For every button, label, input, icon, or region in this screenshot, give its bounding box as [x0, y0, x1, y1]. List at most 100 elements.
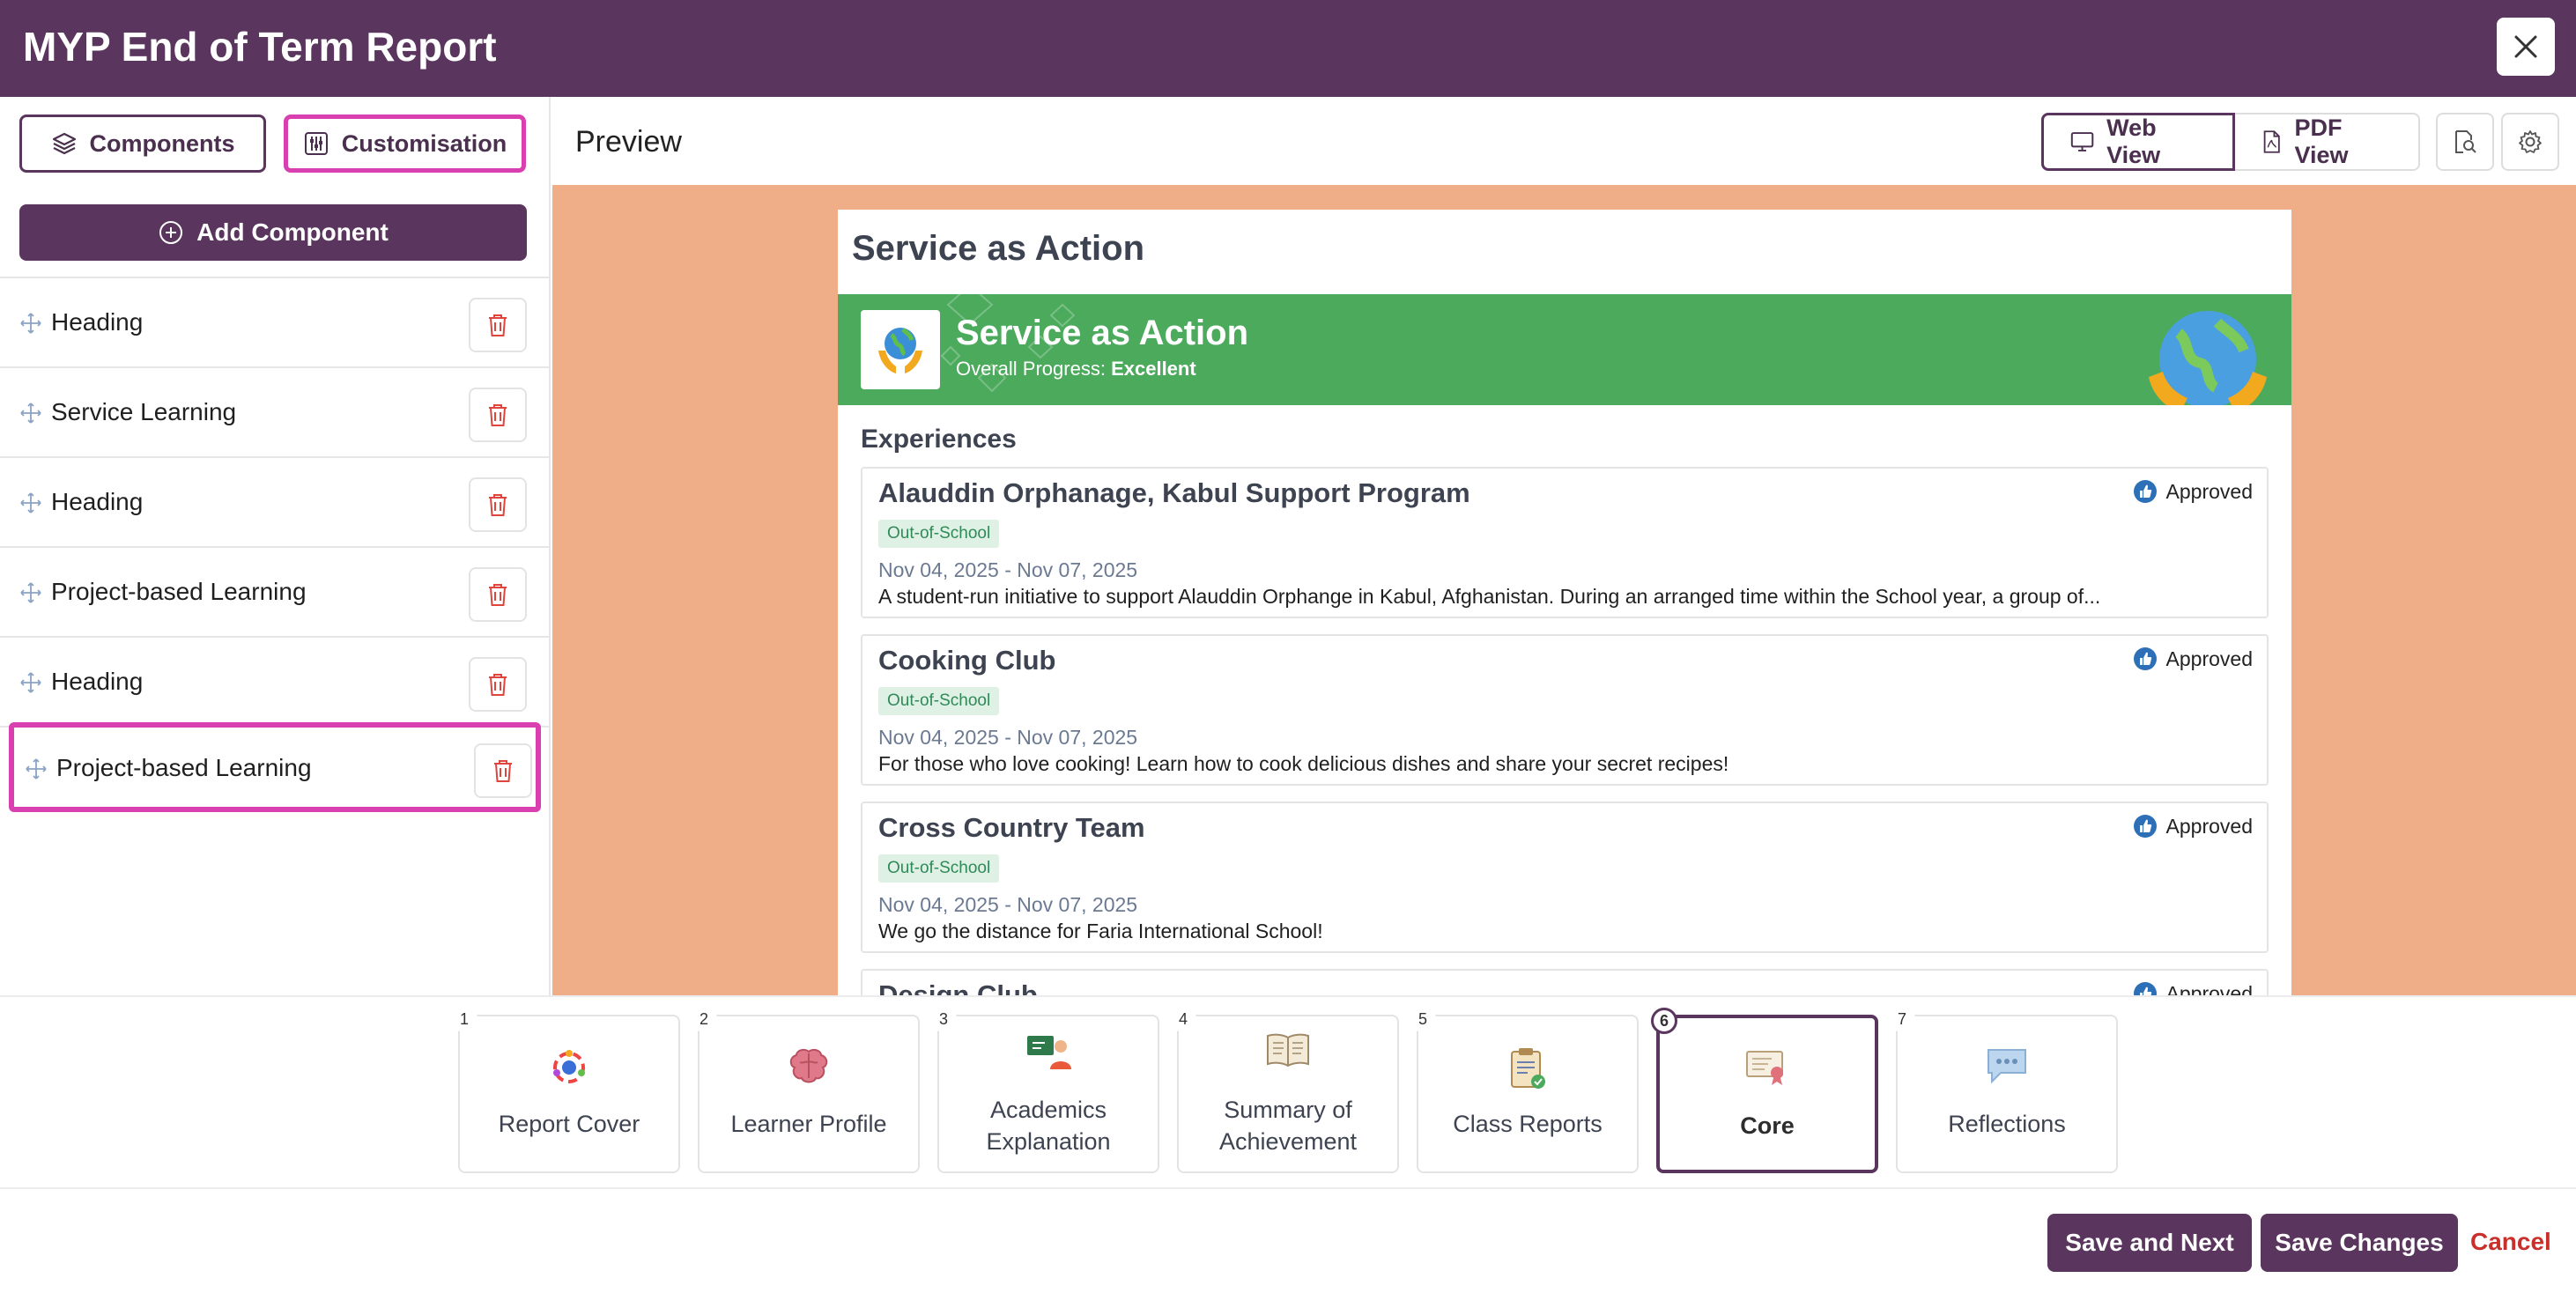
step-reflections[interactable]: 7 Reflections: [1889, 1006, 2118, 1173]
component-label: Project-based Learning: [51, 578, 307, 605]
drag-handle-icon[interactable]: [19, 491, 42, 514]
delete-button[interactable]: [469, 657, 527, 712]
preview-canvas[interactable]: Service as Action Service as Action Over…: [552, 185, 2576, 995]
banner-title: Service as Action: [956, 314, 1249, 352]
step-label: Reflections: [1948, 1111, 2066, 1137]
step-summary-of-achievement[interactable]: 4 Summary of Achievement: [1170, 1006, 1399, 1173]
experience-description: A student-run initiative to support Alau…: [878, 585, 2101, 608]
drag-handle-icon[interactable]: [25, 757, 48, 780]
date-range: Nov 04, 2025 - Nov 07, 2025: [878, 893, 1138, 916]
globe-hands-icon: [878, 328, 922, 373]
cancel-button[interactable]: Cancel: [2470, 1228, 2551, 1256]
component-label: Project-based Learning: [56, 754, 312, 781]
document-search-icon: [2455, 130, 2476, 153]
close-button[interactable]: [2497, 18, 2555, 76]
drag-handle-icon[interactable]: [19, 581, 42, 604]
globe-hands-illustration: [2149, 311, 2267, 405]
add-component-button[interactable]: Add Component: [19, 204, 527, 261]
category-tag: Out-of-School: [878, 520, 1000, 548]
service-banner: Service as Action Overall Progress: Exce…: [838, 294, 2291, 405]
save-changes-button[interactable]: Save Changes: [2261, 1214, 2458, 1272]
status-text: Approved: [2165, 646, 2253, 670]
brain-icon: [789, 1048, 828, 1083]
thumbs-up-icon: [2133, 647, 2157, 670]
step-number: 1: [451, 1006, 477, 1032]
delete-button[interactable]: [469, 567, 527, 622]
close-icon: [2514, 35, 2537, 58]
trash-icon: [489, 404, 507, 426]
component-item[interactable]: Heading: [0, 458, 551, 548]
status-badge: Approved: [2133, 814, 2253, 839]
report-page: Service as Action Service as Action Over…: [838, 210, 2291, 995]
web-view-button[interactable]: Web View: [2041, 113, 2235, 171]
step-learner-profile[interactable]: 2 Learner Profile: [691, 1006, 920, 1173]
delete-button[interactable]: [474, 743, 532, 798]
pdf-view-button[interactable]: PDF View: [2235, 113, 2420, 171]
certificate-icon: [1746, 1051, 1783, 1085]
save-and-next-button[interactable]: Save and Next: [2047, 1214, 2252, 1272]
step-number: 4: [1170, 1006, 1196, 1032]
settings-button[interactable]: [2501, 113, 2559, 171]
experience-description: For those who love cooking! Learn how to…: [878, 752, 1729, 775]
delete-button[interactable]: [469, 298, 527, 352]
component-item-selected[interactable]: Project-based Learning: [9, 722, 541, 812]
pdf-view-label: PDF View: [2294, 115, 2349, 168]
step-class-reports[interactable]: 5 Class Reports: [1410, 1006, 1639, 1173]
drag-handle-icon[interactable]: [19, 402, 42, 425]
preview-title: Preview: [575, 125, 682, 159]
book-icon: [1267, 1033, 1309, 1068]
drag-handle-icon[interactable]: [19, 671, 42, 694]
drag-handle-icon[interactable]: [19, 312, 42, 335]
sliders-icon: [304, 132, 328, 155]
progress-value: Excellent: [1111, 358, 1196, 380]
step-academics-explanation[interactable]: 3 Academics Explanation: [930, 1006, 1159, 1173]
trash-icon: [489, 494, 507, 516]
step-number: 6: [1651, 1008, 1677, 1034]
monitor-icon: [2070, 132, 2094, 151]
component-item[interactable]: Service Learning: [0, 368, 551, 458]
step-number: 2: [691, 1006, 717, 1032]
thumbs-up-icon: [2133, 815, 2157, 838]
delete-button[interactable]: [469, 388, 527, 442]
experience-card[interactable]: Design Club Approved: [861, 969, 2269, 995]
tab-components[interactable]: Components: [19, 115, 266, 173]
tab-customisation-label: Customisation: [341, 129, 507, 157]
status-badge: Approved: [2133, 479, 2253, 504]
component-item[interactable]: Heading: [0, 638, 551, 728]
gear-icon: [2519, 130, 2542, 153]
modal-title: MYP End of Term Report: [23, 24, 497, 70]
tab-components-label: Components: [89, 129, 235, 157]
step-report-cover[interactable]: 1 Report Cover: [451, 1006, 680, 1173]
experience-name: Cooking Club: [878, 645, 1056, 676]
preview-search-button[interactable]: [2436, 113, 2494, 171]
preview-header: Preview Web View PDF View: [552, 97, 2576, 185]
step-label: Core: [1740, 1112, 1795, 1139]
report-steps: 1 Report Cover 2 Learner Profile 3 Acade…: [0, 995, 2576, 1189]
component-label: Service Learning: [51, 398, 237, 425]
status-badge: Approved: [2133, 981, 2253, 995]
step-label: Academics Explanation: [986, 1097, 1111, 1155]
delete-button[interactable]: [469, 477, 527, 532]
experience-card[interactable]: Cooking Club Approved Out-of-School Nov …: [861, 634, 2269, 786]
experience-card[interactable]: Cross Country Team Approved Out-of-Schoo…: [861, 802, 2269, 953]
component-item[interactable]: Heading: [0, 278, 551, 368]
step-label: Class Reports: [1453, 1111, 1603, 1137]
teacher-icon: [1027, 1036, 1071, 1069]
experience-card[interactable]: Alauddin Orphanage, Kabul Support Progra…: [861, 467, 2269, 618]
modal-header: MYP End of Term Report: [0, 0, 2576, 97]
trash-icon: [494, 760, 512, 782]
date-range: Nov 04, 2025 - Nov 07, 2025: [878, 558, 1138, 581]
status-text: Approved: [2165, 814, 2253, 838]
overall-progress: Overall Progress: Excellent: [956, 358, 1196, 381]
component-item[interactable]: Project-based Learning: [0, 548, 551, 638]
step-number: 7: [1889, 1006, 1915, 1032]
step-core[interactable]: 6 Core: [1651, 1008, 1878, 1173]
clipboard-icon: [1511, 1048, 1545, 1089]
tab-customisation[interactable]: Customisation: [284, 115, 526, 173]
plus-circle-icon: [159, 221, 183, 244]
component-label: Heading: [51, 308, 144, 336]
status-text: Approved: [2165, 479, 2253, 503]
step-label: Learner Profile: [730, 1111, 887, 1137]
experience-name: Cross Country Team: [878, 812, 1145, 843]
thumbs-up-icon: [2133, 982, 2157, 995]
